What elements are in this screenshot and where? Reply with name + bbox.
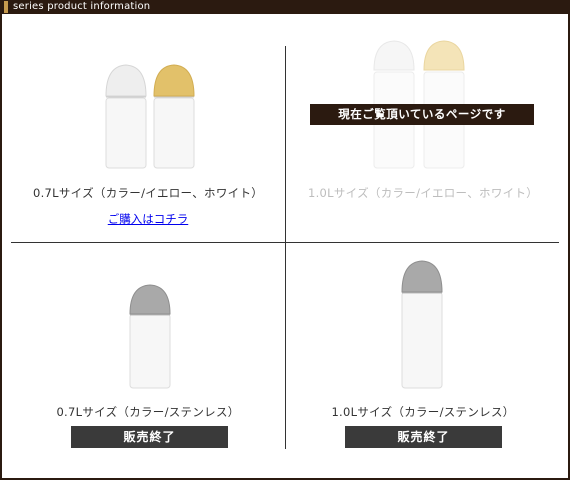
grid-vertical-divider	[285, 46, 286, 449]
product-caption: 1.0Lサイズ（カラー/ステンレス）	[331, 405, 515, 419]
current-page-badge: 現在ご覧頂いているページです	[310, 104, 534, 125]
product-caption: 0.7Lサイズ（カラー/ステンレス）	[56, 405, 240, 419]
sold-out-badge: 販売終了	[71, 426, 228, 448]
grid-horizontal-divider	[11, 242, 559, 243]
product-image-07-stainless[interactable]	[128, 284, 172, 390]
purchase-link[interactable]: ご購入はコチラ	[11, 211, 285, 227]
section-title: series product information	[13, 1, 151, 12]
product-series-panel: series product information 0.7Lサイズ（カラー/イ…	[0, 0, 570, 480]
product-image-07-yellow-white[interactable]	[100, 60, 200, 172]
section-header: series product information	[0, 0, 570, 14]
product-caption: 1.0Lサイズ（カラー/イエロー、ホワイト）	[307, 186, 539, 200]
product-image-10-stainless[interactable]	[400, 260, 444, 390]
header-accent-bar	[4, 1, 8, 13]
product-caption: 0.7Lサイズ（カラー/イエロー、ホワイト）	[32, 186, 264, 200]
sold-out-badge: 販売終了	[345, 426, 502, 448]
frame-left-border	[0, 14, 2, 480]
